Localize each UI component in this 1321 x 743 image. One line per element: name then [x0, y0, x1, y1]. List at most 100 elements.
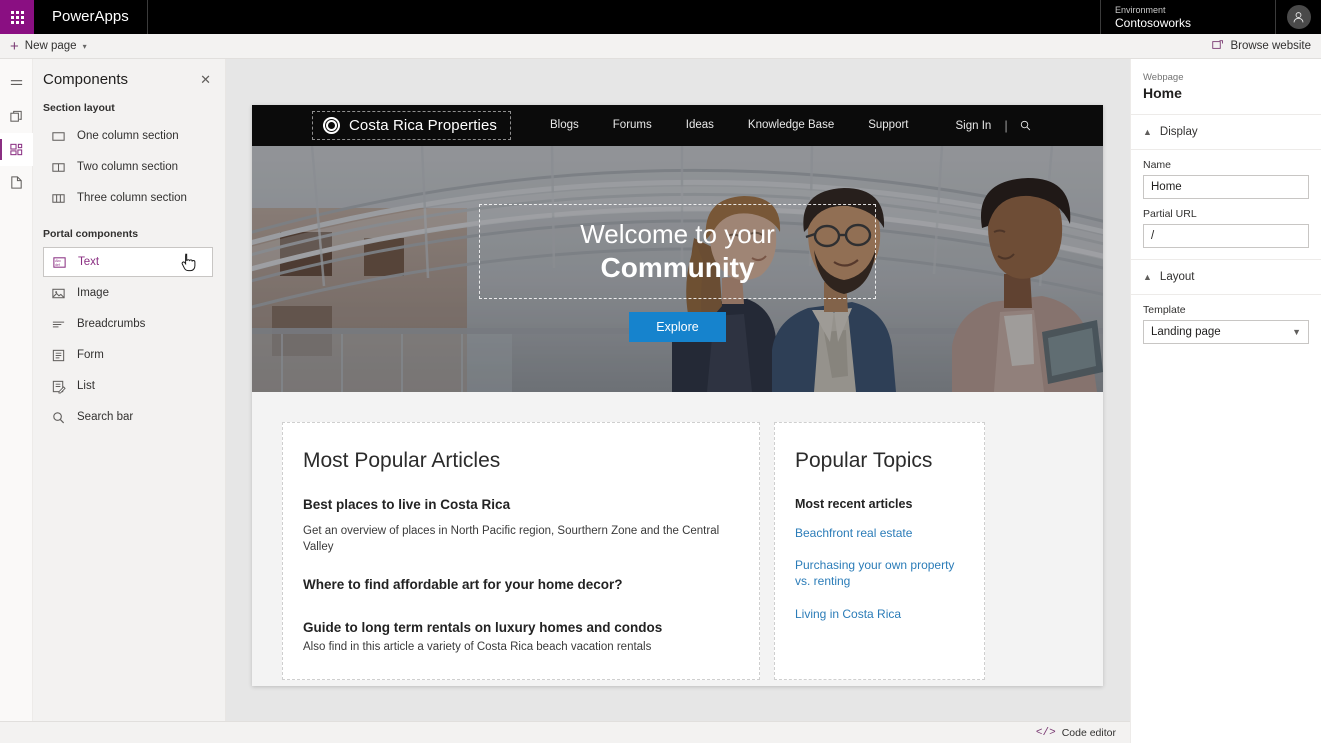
article-item: Where to find affordable art for your ho… [303, 577, 739, 592]
new-page-button[interactable]: + New page ▾ [0, 34, 97, 59]
suite-brand[interactable]: PowerApps [34, 0, 148, 34]
image-icon [49, 284, 67, 302]
three-column-icon [49, 189, 67, 207]
template-select[interactable] [1143, 320, 1309, 344]
environment-value: Contosoworks [1115, 16, 1261, 30]
card-heading: Popular Topics [795, 449, 964, 473]
browse-website-button[interactable]: Browse website [1202, 34, 1321, 59]
nav-item-forums[interactable]: Forums [596, 105, 669, 146]
partial-url-input[interactable] [1143, 224, 1309, 248]
circle-ring-logo-icon [323, 117, 340, 134]
field-name-label: Name [1143, 159, 1309, 171]
chevron-up-icon: ▲ [1143, 127, 1152, 137]
article-title: Best places to live in Costa Rica [303, 497, 739, 512]
section-display-label: Display [1160, 126, 1198, 138]
browse-website-label: Browse website [1230, 40, 1311, 52]
chevron-up-icon: ▲ [1143, 272, 1152, 282]
command-bar: + New page ▾ Browse website [0, 34, 1321, 59]
app-launcher-icon [11, 11, 24, 24]
sign-in-link[interactable]: Sign In [948, 120, 1000, 132]
topic-link[interactable]: Beachfront real estate [795, 525, 964, 541]
field-template-label: Template [1143, 304, 1309, 316]
new-page-label: New page [25, 40, 77, 52]
component-two-column-section[interactable]: Two column section [43, 152, 213, 182]
status-bar: </> Code editor [226, 721, 1130, 743]
breadcrumbs-icon [49, 315, 67, 333]
pages-icon [9, 109, 24, 124]
component-breadcrumbs[interactable]: Breadcrumbs [43, 309, 213, 339]
code-brackets-icon: </> [1036, 727, 1056, 739]
rail-item-pages[interactable] [0, 100, 33, 133]
one-column-icon [49, 127, 67, 145]
site-nav-right: Sign In | [948, 118, 1038, 133]
component-list[interactable]: List [43, 371, 213, 401]
suite-bar: PowerApps Environment Contosoworks [0, 0, 1321, 34]
page-icon [9, 175, 24, 190]
card-heading: Most Popular Articles [303, 449, 739, 473]
external-window-icon [1212, 39, 1224, 54]
rail-item-themes[interactable] [0, 166, 33, 199]
site-header: Costa Rica Properties Blogs Forums Ideas… [252, 105, 1103, 146]
component-image[interactable]: Image [43, 278, 213, 308]
template-select-wrap: ▼ [1143, 320, 1309, 344]
rail-item-components[interactable] [0, 133, 33, 166]
environment-label: Environment [1115, 5, 1261, 16]
article-description: Get an overview of places in North Pacif… [303, 523, 739, 555]
topic-link[interactable]: Living in Costa Rica [795, 606, 964, 622]
properties-title: Home [1143, 84, 1309, 102]
section-display-header[interactable]: ▲ Display [1131, 115, 1321, 150]
topic-link[interactable]: Purchasing your own property vs. renting [795, 557, 964, 589]
most-popular-articles-card[interactable]: Most Popular Articles Best places to liv… [282, 422, 760, 680]
nav-item-ideas[interactable]: Ideas [669, 105, 731, 146]
component-search-bar[interactable]: Search bar [43, 402, 213, 432]
site-logo[interactable]: Costa Rica Properties [312, 111, 511, 140]
avatar [1287, 5, 1311, 29]
section-layout-label: Layout [1160, 271, 1195, 283]
hero-line-2: Community [580, 251, 775, 285]
explore-button[interactable]: Explore [629, 312, 725, 342]
components-panel: Components ✕ Section layout One column s… [33, 59, 226, 743]
component-three-column-section[interactable]: Three column section [43, 183, 213, 213]
nav-item-support[interactable]: Support [851, 105, 925, 146]
code-editor-button[interactable]: </> Code editor [1036, 727, 1116, 739]
popular-topics-card[interactable]: Popular Topics Most recent articles Beac… [774, 422, 985, 680]
site-logo-text: Costa Rica Properties [349, 117, 497, 134]
properties-kicker: Webpage [1143, 71, 1309, 84]
search-icon [49, 408, 67, 426]
hero-banner: Welcome to your Community Explore [252, 146, 1103, 392]
powerapps-portal-studio: PowerApps Environment Contosoworks + New… [0, 0, 1321, 743]
two-column-icon [49, 158, 67, 176]
section-layout-header[interactable]: ▲ Layout [1131, 259, 1321, 295]
component-label: Breadcrumbs [77, 318, 145, 330]
person-icon [1292, 11, 1305, 24]
field-partial-url-label: Partial URL [1143, 208, 1309, 220]
field-partial-url: Partial URL [1131, 199, 1321, 248]
properties-panel: Webpage Home ▲ Display Name Partial URL … [1130, 59, 1321, 743]
app-launcher-button[interactable] [0, 0, 34, 34]
hero-content: Welcome to your Community Explore [252, 146, 1103, 392]
rail-item-hamburger-menu[interactable] [0, 67, 33, 100]
name-input[interactable] [1143, 175, 1309, 199]
component-one-column-section[interactable]: One column section [43, 121, 213, 151]
svg-text:def: def [55, 262, 60, 266]
site-search-icon[interactable] [1013, 119, 1038, 132]
component-label: Image [77, 287, 109, 299]
component-label: Form [77, 349, 104, 361]
field-template: Template ▼ [1131, 295, 1321, 344]
hero-text-component[interactable]: Welcome to your Community [479, 204, 876, 299]
component-label: Search bar [77, 411, 133, 423]
article-item: Guide to long term rentals on luxury hom… [303, 620, 739, 655]
left-icon-rail [0, 59, 33, 743]
close-icon[interactable]: ✕ [200, 73, 211, 86]
article-title: Guide to long term rentals on luxury hom… [303, 620, 739, 635]
status-bar-left-strip [0, 721, 226, 743]
account-button[interactable] [1275, 0, 1321, 34]
field-name: Name [1131, 150, 1321, 199]
component-text[interactable]: Abc def Text [43, 247, 213, 277]
group-label-section-layout: Section layout [33, 98, 225, 120]
nav-item-blogs[interactable]: Blogs [533, 105, 596, 146]
nav-item-knowledge-base[interactable]: Knowledge Base [731, 105, 851, 146]
environment-selector[interactable]: Environment Contosoworks [1100, 0, 1275, 34]
article-title: Where to find affordable art for your ho… [303, 577, 739, 592]
component-form[interactable]: Form [43, 340, 213, 370]
